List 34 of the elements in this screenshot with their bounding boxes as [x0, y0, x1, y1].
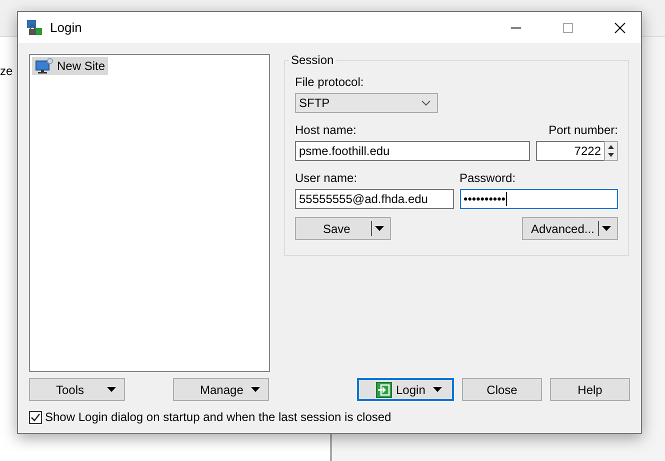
protocol-dropdown[interactable]: SFTP — [295, 93, 438, 113]
close-icon[interactable] — [614, 22, 626, 34]
menu-button[interactable]: Manage — [173, 378, 269, 401]
chevron-icon — [421, 100, 431, 106]
field-label: Port number: — [548, 123, 618, 137]
dialog-button[interactable]: Help — [550, 378, 630, 401]
lock-monitor-icon — [26, 18, 44, 36]
dialog-button[interactable]: Close — [462, 378, 542, 401]
checkbox-label: Show Login dialog on startup and when the last session is closed — [45, 410, 392, 424]
login-icon — [376, 382, 392, 398]
caret-icon — [107, 387, 116, 392]
save-button[interactable]: Save — [295, 217, 391, 240]
field-label: File protocol: — [295, 75, 365, 89]
menu-button[interactable]: Tools — [29, 378, 125, 401]
login-button[interactable]: Login — [357, 378, 454, 401]
field-label: Host name: — [295, 123, 358, 137]
username-field[interactable]: 55555555@ad.fhda.edu — [295, 189, 454, 209]
password-field[interactable]: •••••••••• — [460, 189, 618, 209]
field-label: User name: — [295, 171, 358, 185]
port-field[interactable]: 7222 — [536, 141, 604, 161]
caret-icon — [433, 387, 442, 392]
caret-icon — [251, 387, 260, 392]
field-label: Password: — [460, 171, 517, 185]
spinner-icon[interactable] — [604, 141, 618, 161]
host-field[interactable]: psme.foothill.edu — [295, 141, 530, 161]
advanced-button[interactable]: Advanced... — [522, 217, 618, 240]
window-title: Login — [50, 20, 82, 35]
site-item[interactable]: New Site — [32, 57, 108, 75]
checkbox[interactable] — [29, 410, 42, 424]
monitor-icon — [35, 58, 53, 74]
group-title: Session — [289, 53, 336, 67]
caret-icon — [602, 226, 611, 231]
caret-icon — [375, 226, 384, 231]
panel-text: ze — [0, 64, 13, 78]
